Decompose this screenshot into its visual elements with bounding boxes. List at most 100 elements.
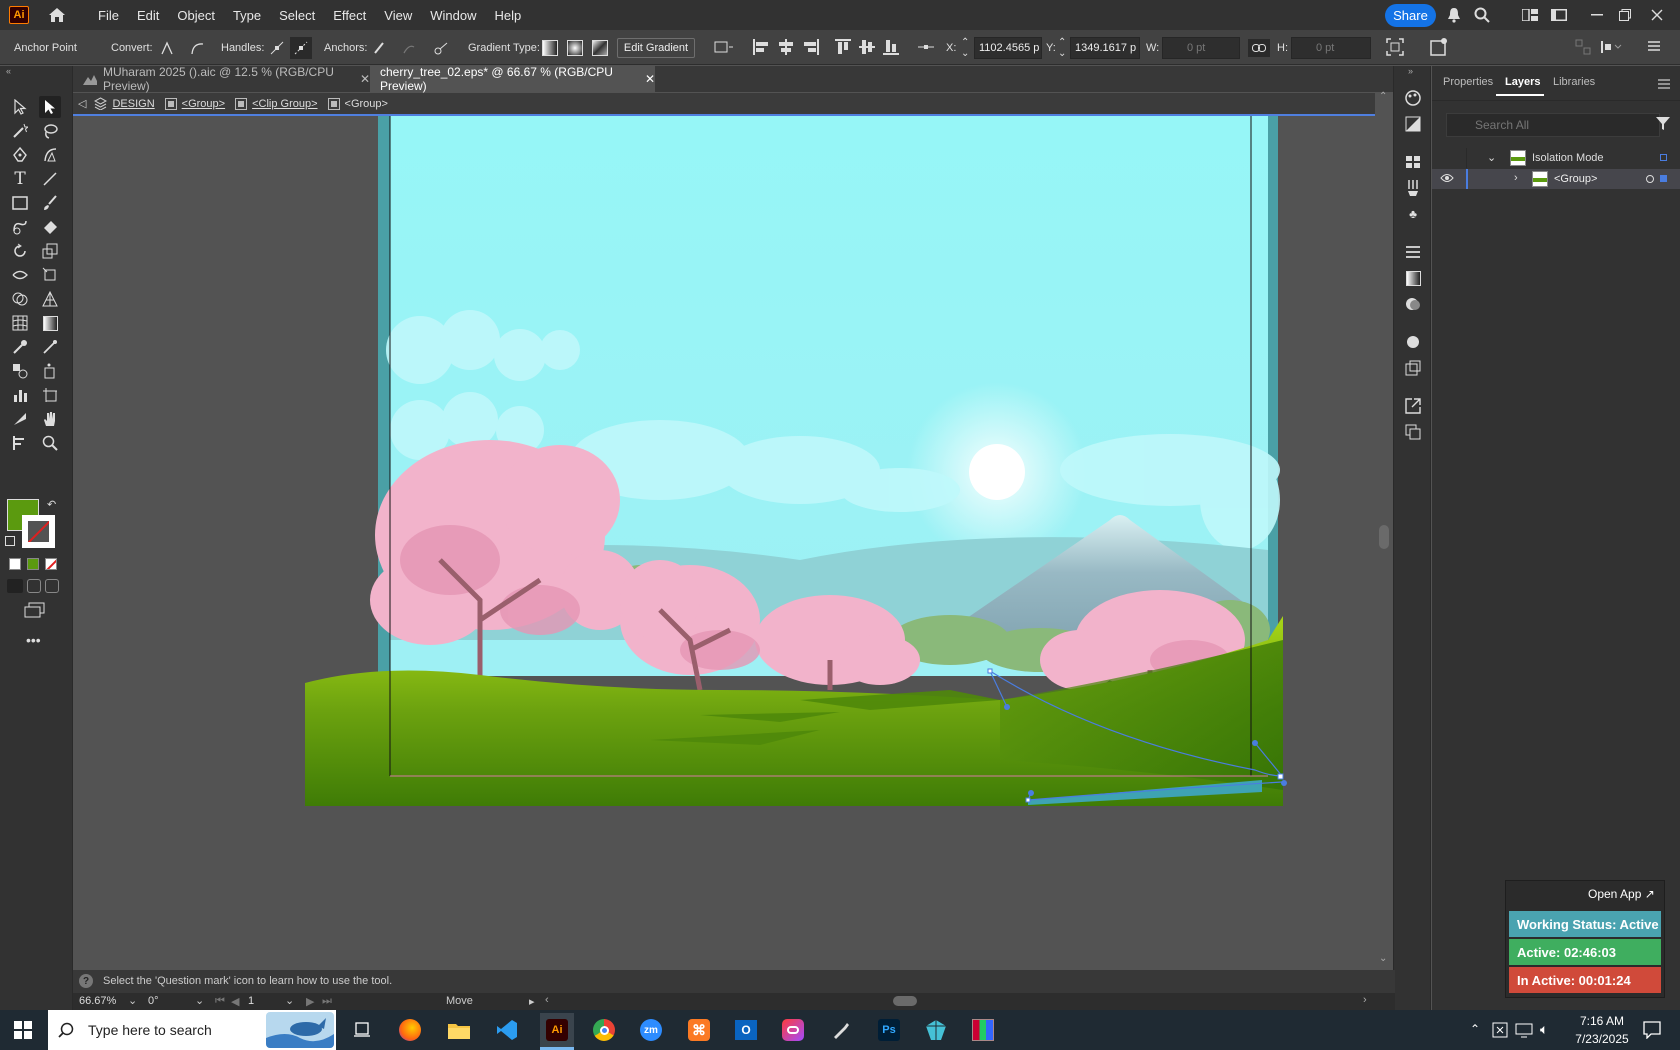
home-icon[interactable]	[47, 6, 67, 24]
chevron-down-icon[interactable]: ⌄	[195, 994, 204, 1007]
vscode-icon[interactable]	[494, 1017, 520, 1043]
question-mark-icon[interactable]: ?	[79, 974, 93, 988]
collapse-tools-icon[interactable]: «	[6, 66, 11, 76]
rotate-tool-icon[interactable]	[9, 240, 31, 262]
previous-artboard-icon[interactable]: ◀	[231, 995, 239, 1008]
tab-muharam[interactable]: MUharam 2025 ().aic @ 12.5 % (RGB/CPU Pr…	[73, 65, 370, 93]
linear-gradient-icon[interactable]	[539, 37, 561, 59]
selection-indicator[interactable]	[1660, 154, 1667, 161]
align-right-icon[interactable]	[802, 38, 820, 59]
horizontal-scroll-thumb[interactable]	[893, 996, 917, 1006]
menu-file[interactable]: File	[89, 8, 128, 23]
shape-builder-tool-icon[interactable]	[9, 288, 31, 310]
transform-icon[interactable]	[712, 37, 736, 59]
connect-anchor-icon[interactable]	[398, 37, 420, 59]
show-handles-icon[interactable]	[266, 37, 288, 59]
gradient-tool-icon[interactable]	[39, 312, 61, 334]
gradient-mode-icon[interactable]	[27, 558, 39, 570]
filter-icon[interactable]	[1656, 116, 1670, 133]
draw-normal-icon[interactable]	[7, 579, 23, 593]
tab-libraries[interactable]: Libraries	[1553, 76, 1595, 88]
recolor-artwork-icon[interactable]	[1429, 37, 1449, 60]
zoom-app-icon[interactable]: zm	[638, 1017, 664, 1043]
tray-app-icon[interactable]	[1492, 1022, 1508, 1041]
chevron-down-icon[interactable]: ⌄	[285, 994, 294, 1007]
eraser-tool-icon[interactable]	[39, 216, 61, 238]
status-menu-icon[interactable]: ▸	[529, 995, 535, 1008]
curvature-tool-icon[interactable]	[39, 144, 61, 166]
reference-point-icon[interactable]	[917, 38, 935, 59]
perspective-grid-tool-icon[interactable]	[39, 288, 61, 310]
export-icon[interactable]	[1403, 396, 1423, 416]
convert-smooth-icon[interactable]	[186, 37, 208, 59]
breadcrumb-clip-group[interactable]: <Clip Group>	[235, 97, 318, 110]
scroll-up-icon[interactable]: ⌃	[1379, 91, 1387, 102]
more-tools-icon[interactable]: •••	[26, 632, 41, 648]
stroke-panel-icon[interactable]	[1403, 242, 1423, 262]
menu-type[interactable]: Type	[224, 8, 270, 23]
align-center-icon[interactable]	[777, 38, 795, 59]
edit-gradient-button[interactable]: Edit Gradient	[617, 38, 695, 58]
scale-tool-icon[interactable]	[39, 240, 61, 262]
layer-row-isolation[interactable]: ⌄ Isolation Mode	[1432, 148, 1680, 168]
breadcrumb-layer[interactable]: DESIGN	[94, 97, 155, 110]
workspace-icon[interactable]	[1520, 5, 1540, 25]
slice-tool-icon[interactable]	[9, 408, 31, 430]
tab-cherry-tree[interactable]: cherry_tree_02.eps* @ 66.67 % (RGB/CPU P…	[370, 65, 655, 93]
y-stepper-icon[interactable]: ⌃ ⌄	[1058, 37, 1066, 59]
align-to-icon[interactable]	[1575, 39, 1591, 58]
scroll-thumb[interactable]	[1379, 525, 1389, 549]
zoom-level[interactable]: 66.67%	[79, 995, 116, 1007]
next-artboard-icon[interactable]: ▶	[306, 995, 314, 1008]
arrange-documents-icon[interactable]	[1549, 5, 1569, 25]
gradient-panel-icon[interactable]	[1403, 268, 1423, 288]
hide-handles-icon[interactable]	[290, 37, 312, 59]
menu-effect[interactable]: Effect	[324, 8, 375, 23]
outlook-icon[interactable]: O	[733, 1017, 759, 1043]
h-field[interactable]: 0 pt	[1291, 37, 1371, 59]
x-field[interactable]: 1102.4565 p	[974, 37, 1042, 59]
lasso-tool-icon[interactable]	[39, 120, 61, 142]
align-bottom-icon[interactable]	[882, 38, 900, 59]
photoshop-icon[interactable]: Ps	[876, 1017, 902, 1043]
menu-object[interactable]: Object	[168, 8, 224, 23]
menu-help[interactable]: Help	[485, 8, 530, 23]
menu-view[interactable]: View	[375, 8, 421, 23]
cut-path-icon[interactable]	[430, 37, 452, 59]
paintbrush-tool-icon[interactable]	[39, 192, 61, 214]
back-arrow-icon[interactable]: ◁	[78, 97, 86, 110]
creative-cloud-icon[interactable]	[780, 1017, 806, 1043]
windows-start-icon[interactable]	[10, 1017, 36, 1043]
bell-icon[interactable]	[1444, 5, 1464, 25]
stroke-swatch[interactable]	[22, 515, 55, 548]
blend-tool-icon[interactable]	[9, 360, 31, 382]
artboard-number[interactable]: 1	[248, 995, 254, 1007]
width-tool-icon[interactable]	[9, 264, 31, 286]
symbols-panel-icon[interactable]: ♣	[1403, 204, 1423, 224]
mesh-tool-icon[interactable]	[9, 312, 31, 334]
eyedropper-tool-icon[interactable]	[9, 336, 31, 358]
line-tool-icon[interactable]	[39, 168, 61, 190]
tab-layers[interactable]: Layers	[1505, 76, 1540, 88]
appearance-panel-icon[interactable]	[1403, 332, 1423, 352]
canvas-area[interactable]	[73, 116, 1375, 970]
scroll-left-icon[interactable]: ‹	[545, 994, 549, 1006]
breadcrumb-group[interactable]: <Group>	[164, 97, 225, 110]
chevron-down-icon[interactable]: ⌄	[128, 994, 137, 1007]
y-field[interactable]: 1349.1617 p	[1070, 37, 1140, 59]
none-mode-icon[interactable]	[45, 558, 57, 570]
restore-icon[interactable]	[1615, 5, 1635, 25]
eye-icon[interactable]	[1440, 172, 1454, 186]
brushes-panel-icon[interactable]	[1403, 178, 1423, 198]
draw-inside-icon[interactable]	[45, 579, 59, 593]
winrar-icon[interactable]	[970, 1017, 996, 1043]
color-panel-icon[interactable]	[1403, 88, 1423, 108]
taskbar-date[interactable]: 7/23/2025	[1566, 1032, 1638, 1046]
tracker-app-icon[interactable]	[923, 1017, 949, 1043]
transparency-panel-icon[interactable]	[1403, 294, 1423, 314]
menu-window[interactable]: Window	[421, 8, 485, 23]
layer-row-group[interactable]: › <Group>	[1432, 169, 1680, 189]
shaper-tool-icon[interactable]	[9, 216, 31, 238]
panel-menu-icon[interactable]	[1658, 78, 1670, 92]
chevron-right-icon[interactable]: ›	[1514, 172, 1518, 184]
